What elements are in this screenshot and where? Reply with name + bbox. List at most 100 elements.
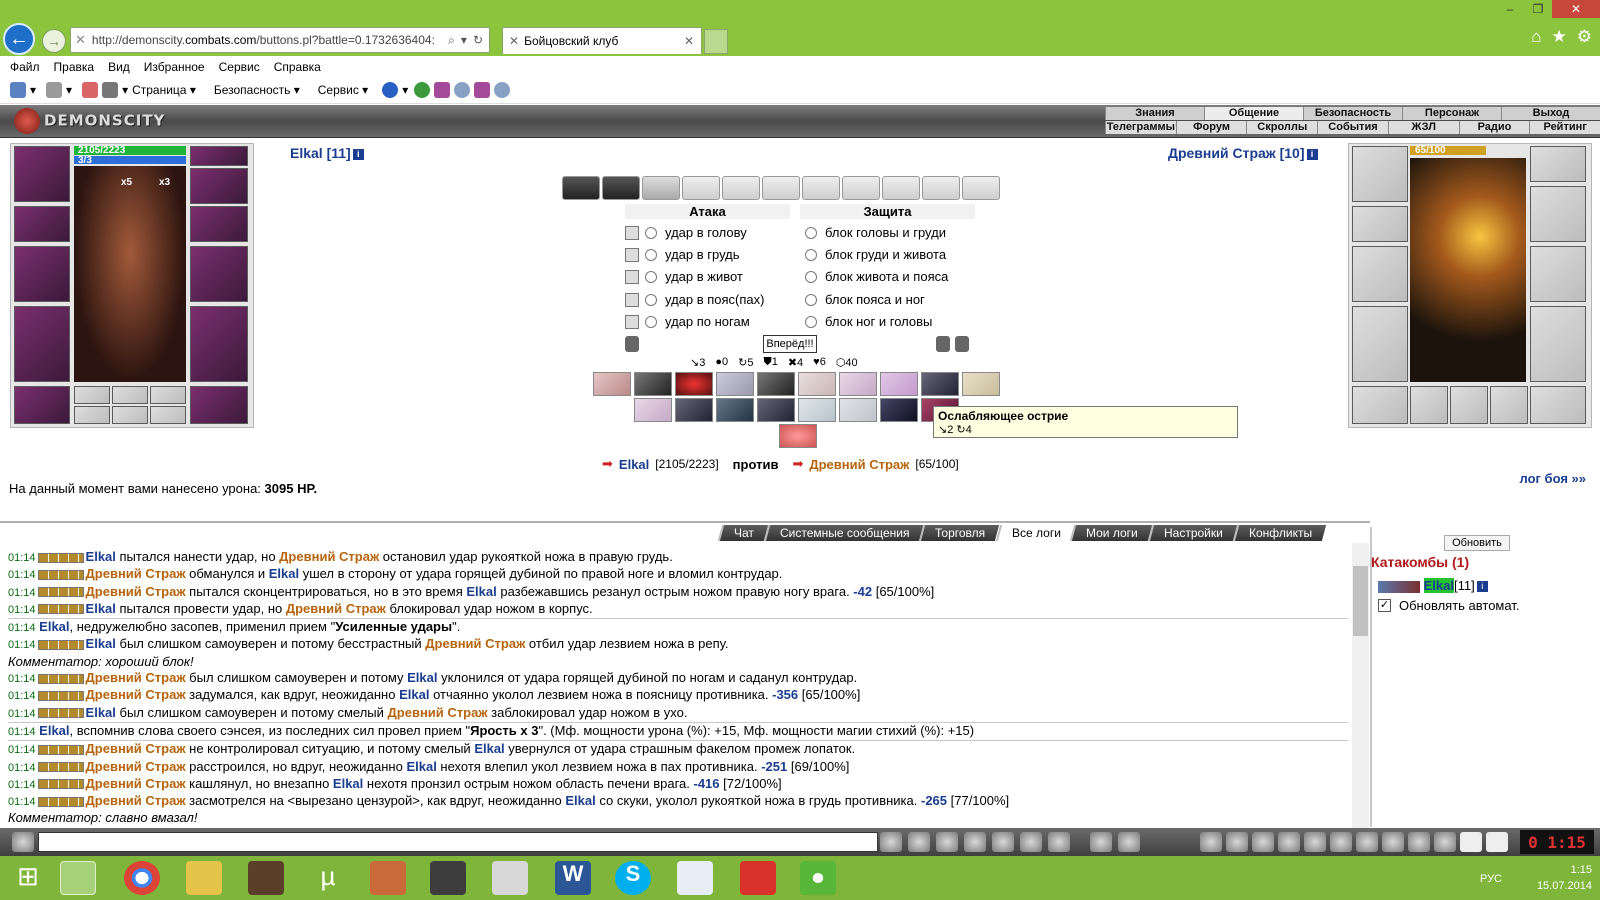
skill-icon[interactable]	[839, 398, 877, 422]
mail-icon[interactable]	[82, 82, 99, 98]
enemy-name-link[interactable]: Древний Страж	[86, 793, 186, 808]
weapon-slot[interactable]	[1352, 246, 1408, 302]
defense-option-1[interactable]: блок головы и груди	[805, 225, 946, 240]
enemy-name-link[interactable]: Древний Страж	[279, 549, 379, 564]
defense-option-2[interactable]: блок груди и живота	[805, 247, 946, 262]
radio-icon[interactable]	[805, 270, 817, 283]
skill-icon[interactable]	[798, 398, 836, 422]
print-icon[interactable]	[102, 82, 119, 98]
trick-slot[interactable]	[882, 176, 920, 200]
gear-icon[interactable]	[1330, 832, 1352, 852]
vs-enemy-name[interactable]: Древний Страж	[809, 457, 909, 472]
word-icon[interactable]: W	[555, 861, 591, 895]
defense-option-5[interactable]: блок ног и головы	[805, 314, 932, 329]
addon-icon-2[interactable]	[474, 82, 491, 98]
restore-button[interactable]: ❐	[1524, 0, 1552, 18]
armor-slot[interactable]	[14, 306, 70, 382]
skill-icon[interactable]	[921, 372, 959, 396]
belt-slot[interactable]	[1352, 386, 1408, 424]
enemy-name-link[interactable]: Древний Страж	[86, 759, 186, 774]
skill-icon[interactable]	[757, 398, 795, 422]
attack-option-chest[interactable]: удар в грудь	[625, 247, 740, 262]
skill-icon[interactable]	[880, 372, 918, 396]
skill-icon[interactable]	[634, 398, 672, 422]
armor-slot[interactable]	[1352, 306, 1408, 382]
enemy-avatar[interactable]	[1410, 158, 1526, 382]
info-icon[interactable]: i	[352, 148, 364, 160]
attack-option-groin[interactable]: удар в пояс(пах)	[625, 292, 764, 307]
enemy-name-link[interactable]: Древний Страж	[86, 670, 186, 685]
gear-icon[interactable]: ⚙	[1577, 27, 1592, 47]
trick-slot[interactable]	[562, 176, 600, 200]
trick-slot[interactable]	[962, 176, 1000, 200]
back-button[interactable]: ←	[3, 23, 35, 55]
enemy-name[interactable]: Древний Страж [10] i	[1168, 145, 1318, 161]
player-avatar[interactable]	[74, 166, 186, 382]
skill-icon[interactable]	[757, 372, 795, 396]
menu-favorites[interactable]: Избранное	[144, 60, 205, 74]
service-menu[interactable]: Сервис ▾	[318, 83, 368, 97]
nav-telegrams[interactable]: Телеграммы	[1105, 121, 1176, 134]
legs-slot[interactable]	[190, 306, 248, 382]
trick-slot[interactable]	[682, 176, 720, 200]
rune-slot-4[interactable]	[74, 406, 110, 424]
skill-icon[interactable]	[779, 424, 817, 448]
nav-radio[interactable]: Радио	[1458, 121, 1530, 134]
helmet-slot[interactable]	[14, 146, 70, 202]
gloves-slot[interactable]	[190, 206, 248, 242]
shield-icon[interactable]	[955, 336, 969, 352]
attack-option-belly[interactable]: удар в живот	[625, 269, 743, 284]
bracer-slot[interactable]	[14, 206, 70, 242]
enemy-name-link[interactable]: Древний Страж	[86, 687, 186, 702]
bag-icon[interactable]	[1382, 832, 1404, 852]
shield-icon[interactable]	[936, 336, 950, 352]
tab-close-icon[interactable]: ✕	[684, 34, 694, 48]
rt3-game-icon[interactable]	[248, 861, 284, 895]
player-name-link[interactable]: Elkal	[399, 687, 429, 702]
forward-button[interactable]: →	[42, 29, 66, 53]
menu-tools[interactable]: Сервис	[219, 60, 260, 74]
windows-start-icon[interactable]: ⊞	[10, 861, 46, 895]
smiley-menu-icon[interactable]	[12, 832, 34, 852]
radio-icon[interactable]	[645, 315, 657, 328]
belt-slot[interactable]	[14, 386, 70, 424]
player-name-link[interactable]: Elkal	[565, 793, 595, 808]
tab-my-logs[interactable]: Мои логи	[1070, 525, 1153, 541]
nav-communication[interactable]: Общение	[1204, 107, 1303, 120]
skill-icon[interactable]	[675, 398, 713, 422]
forward-attack-button[interactable]: Вперёд!!!	[763, 335, 817, 353]
send-icon[interactable]	[880, 832, 902, 852]
skill-icon[interactable]	[839, 372, 877, 396]
close-button[interactable]: ✕	[1552, 0, 1600, 18]
save-icon[interactable]	[964, 832, 986, 852]
bird-icon[interactable]	[1434, 832, 1456, 852]
menu-file[interactable]: Файл	[10, 60, 40, 74]
nav-zhzl[interactable]: ЖЗЛ	[1387, 121, 1459, 134]
ring-icon[interactable]	[1408, 832, 1430, 852]
home-icon[interactable]	[10, 82, 26, 98]
player-name-link[interactable]: Elkal	[86, 636, 116, 651]
player-name-link[interactable]: Elkal	[269, 566, 299, 581]
enemy-name-link[interactable]: Древний Страж	[388, 705, 488, 720]
nav-scrolls[interactable]: Скроллы	[1246, 121, 1317, 134]
radio-icon[interactable]	[805, 226, 817, 239]
address-bar[interactable]: ✕ http://demonscity. combats.com/buttons.…	[70, 27, 490, 53]
enemy-name-link[interactable]: Древний Страж	[86, 741, 186, 756]
nav-knowledge[interactable]: Знания	[1105, 107, 1204, 120]
app-icon-2[interactable]	[677, 861, 713, 895]
trick-slot[interactable]	[602, 176, 640, 200]
checkbox-icon[interactable]: ✓	[1378, 599, 1391, 612]
rune-slot-2[interactable]	[1450, 386, 1488, 424]
rune-slot-3[interactable]	[150, 386, 186, 404]
log-scrollbar-thumb[interactable]	[1353, 566, 1368, 636]
minimize-button[interactable]: –	[1496, 0, 1524, 18]
addon-gear-icon-2[interactable]	[494, 82, 511, 98]
internet-explorer-icon[interactable]	[60, 861, 96, 895]
rune-slot-1[interactable]	[1410, 386, 1448, 424]
skill-icon[interactable]	[880, 398, 918, 422]
radio-icon[interactable]	[645, 293, 657, 306]
refresh-button[interactable]: Обновить	[1444, 535, 1510, 551]
legs-slot[interactable]	[1530, 306, 1586, 382]
skill-icon[interactable]	[593, 372, 631, 396]
rune-slot-5[interactable]	[112, 406, 148, 424]
